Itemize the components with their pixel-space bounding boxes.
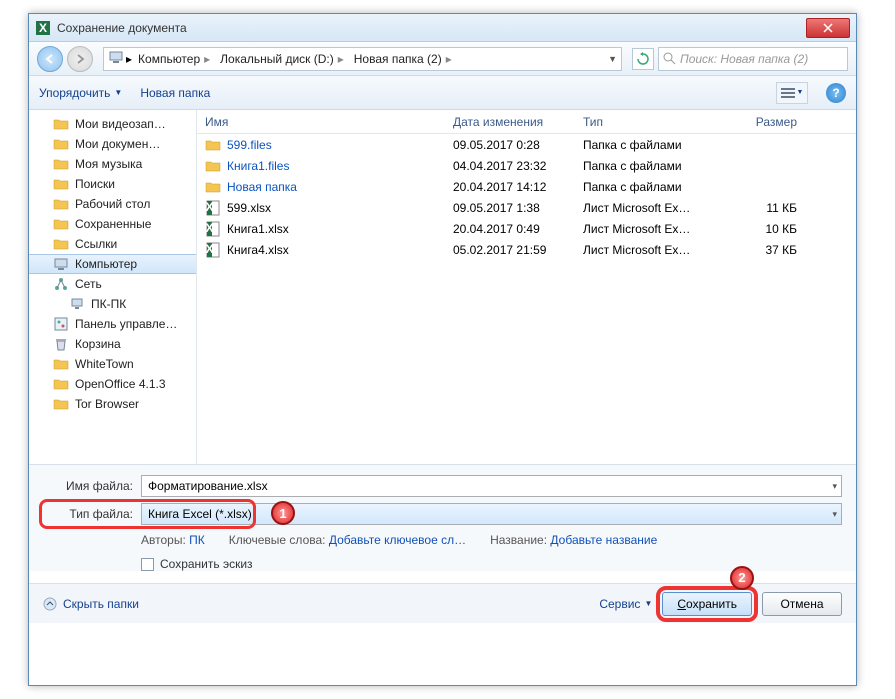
folder-icon	[53, 396, 69, 412]
tree-item[interactable]: Поиски	[29, 174, 196, 194]
folder-icon	[205, 158, 221, 174]
col-name[interactable]: Имя	[197, 115, 445, 129]
list-header[interactable]: Имя Дата изменения Тип Размер	[197, 110, 856, 134]
titlebar: X Сохранение документа	[29, 14, 856, 42]
chevron-up-icon	[43, 597, 57, 611]
tree-item[interactable]: Корзина	[29, 334, 196, 354]
tree-item[interactable]: Моя музыка	[29, 154, 196, 174]
service-button[interactable]: Сервис ▼	[599, 597, 652, 611]
breadcrumb-item[interactable]: Локальный диск (D:)▸	[216, 50, 348, 68]
col-size[interactable]: Размер	[725, 115, 805, 129]
chevron-down-icon[interactable]: ▾	[832, 509, 837, 520]
breadcrumb-bar[interactable]: ▸ Компьютер▸ Локальный диск (D:)▸ Новая …	[103, 47, 622, 71]
tree-item[interactable]: Компьютер	[29, 254, 196, 274]
hide-folders-button[interactable]: Скрыть папки	[43, 597, 139, 611]
nav-forward-button[interactable]	[67, 46, 93, 72]
close-button[interactable]	[806, 18, 850, 38]
folder-icon	[53, 176, 69, 192]
tree-item[interactable]: Tor Browser	[29, 394, 196, 414]
chevron-down-icon[interactable]: ▼	[608, 54, 617, 64]
save-thumbnail-label: Сохранить эскиз	[160, 557, 253, 571]
tree-item[interactable]: Ссылки	[29, 234, 196, 254]
filetype-select[interactable]: Книга Excel (*.xlsx) ▾	[141, 503, 842, 525]
pc-icon	[69, 296, 85, 312]
cancel-button[interactable]: Отмена	[762, 592, 842, 616]
computer-icon	[53, 256, 69, 272]
doc-title-field[interactable]: Добавьте название	[550, 533, 657, 547]
new-folder-button[interactable]: Новая папка	[140, 86, 210, 100]
folder-icon	[205, 179, 221, 195]
chevron-down-icon[interactable]: ▾	[832, 481, 837, 492]
search-icon	[663, 52, 676, 65]
xlsx-icon: X	[205, 221, 221, 237]
col-date[interactable]: Дата изменения	[445, 115, 575, 129]
folder-icon	[53, 376, 69, 392]
folder-icon	[53, 156, 69, 172]
folder-icon	[53, 216, 69, 232]
folder-icon	[205, 137, 221, 153]
bin-icon	[53, 336, 69, 352]
annotation-badge: 1	[271, 501, 295, 525]
metadata-row: Авторы: ПК Ключевые слова: Добавьте ключ…	[141, 533, 842, 547]
folder-icon	[53, 136, 69, 152]
tree-item[interactable]: Мои докумен…	[29, 134, 196, 154]
xlsx-icon: X	[205, 200, 221, 216]
tree-item[interactable]: Сеть	[29, 274, 196, 294]
folder-icon	[53, 356, 69, 372]
control-icon	[53, 316, 69, 332]
file-list: Имя Дата изменения Тип Размер 599.files0…	[197, 110, 856, 464]
svg-text:X: X	[205, 221, 213, 235]
svg-text:X: X	[39, 21, 47, 35]
annotation-badge: 2	[730, 566, 754, 590]
footer: Скрыть папки Сервис ▼ Сохранить 2 Отмена	[29, 583, 856, 623]
filename-input[interactable]: ▾	[141, 475, 842, 497]
save-button[interactable]: Сохранить	[662, 592, 752, 616]
organize-button[interactable]: Упорядочить ▼	[39, 86, 122, 100]
list-item[interactable]: XКнига1.xlsx20.04.2017 0:49Лист Microsof…	[197, 218, 856, 239]
list-item[interactable]: Новая папка20.04.2017 14:12Папка с файла…	[197, 176, 856, 197]
save-thumbnail-checkbox[interactable]	[141, 558, 154, 571]
computer-icon	[108, 49, 124, 68]
authors-field[interactable]: ПК	[189, 533, 205, 547]
tree-item[interactable]: Рабочий стол	[29, 194, 196, 214]
tree-item[interactable]: Панель управле…	[29, 314, 196, 334]
xlsx-icon: X	[205, 242, 221, 258]
breadcrumb-item[interactable]: Компьютер▸	[134, 50, 214, 68]
svg-text:X: X	[205, 242, 213, 256]
folder-icon	[53, 196, 69, 212]
breadcrumb-item[interactable]: Новая папка (2)▸	[350, 50, 456, 68]
excel-icon: X	[35, 20, 51, 36]
list-item[interactable]: X599.xlsx09.05.2017 1:38Лист Microsoft E…	[197, 197, 856, 218]
window-title: Сохранение документа	[57, 21, 806, 35]
network-icon	[53, 276, 69, 292]
nav-back-button[interactable]	[37, 46, 63, 72]
toolbar: Упорядочить ▼ Новая папка ▼ ?	[29, 76, 856, 110]
folder-icon	[53, 116, 69, 132]
tree-item[interactable]: OpenOffice 4.1.3	[29, 374, 196, 394]
col-type[interactable]: Тип	[575, 115, 725, 129]
search-input[interactable]: Поиск: Новая папка (2)	[658, 47, 848, 71]
list-item[interactable]: XКнига4.xlsx05.02.2017 21:59Лист Microso…	[197, 239, 856, 260]
tree-item[interactable]: ПК-ПК	[29, 294, 196, 314]
refresh-button[interactable]	[632, 48, 654, 70]
tree-item[interactable]: WhiteTown	[29, 354, 196, 374]
svg-text:X: X	[205, 200, 213, 214]
keywords-field[interactable]: Добавьте ключевое сл…	[329, 533, 466, 547]
list-item[interactable]: 599.files09.05.2017 0:28Папка с файлами	[197, 134, 856, 155]
nav-bar: ▸ Компьютер▸ Локальный диск (D:)▸ Новая …	[29, 42, 856, 76]
folder-tree[interactable]: Мои видеозап…Мои докумен…Моя музыкаПоиск…	[29, 110, 197, 464]
bottom-pane: Имя файла: ▾ Тип файла: Книга Excel (*.x…	[29, 464, 856, 571]
view-options-button[interactable]: ▼	[776, 82, 808, 104]
tree-item[interactable]: Мои видеозап…	[29, 114, 196, 134]
save-dialog: X Сохранение документа ▸ Компьютер▸ Лока…	[28, 13, 857, 686]
filename-label: Имя файла:	[43, 479, 141, 493]
list-item[interactable]: Книга1.files04.04.2017 23:32Папка с файл…	[197, 155, 856, 176]
folder-icon	[53, 236, 69, 252]
help-button[interactable]: ?	[826, 83, 846, 103]
tree-item[interactable]: Сохраненные	[29, 214, 196, 234]
filetype-label: Тип файла:	[43, 507, 141, 521]
